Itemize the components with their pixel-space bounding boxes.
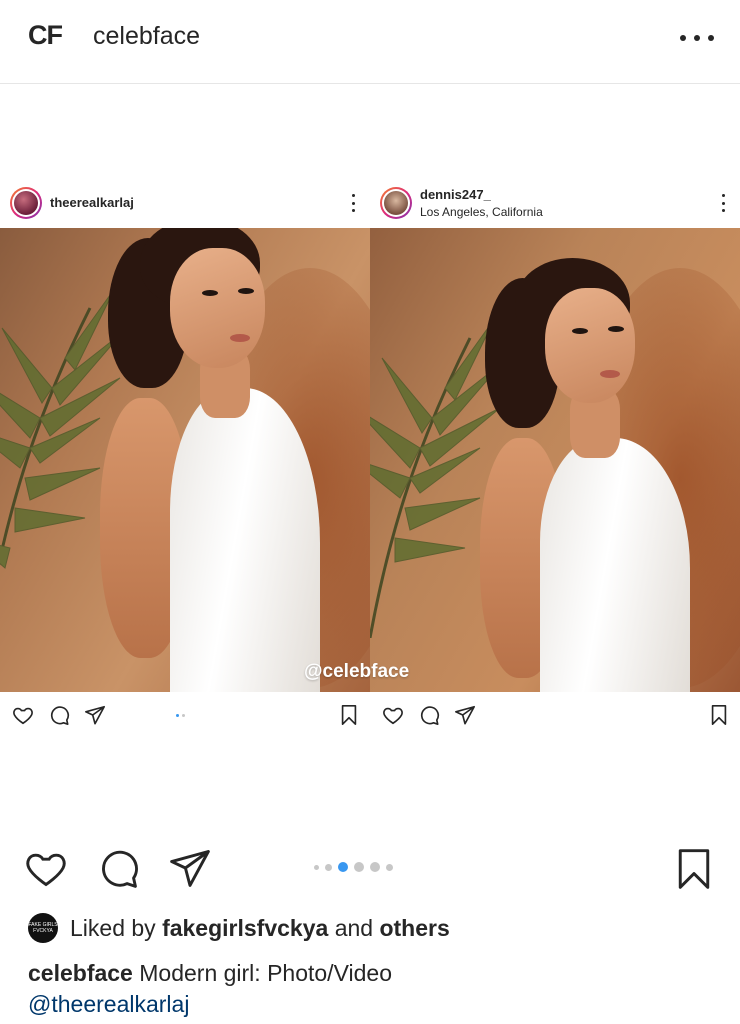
inner-actions	[0, 692, 370, 740]
inner-more-icon	[350, 194, 356, 212]
account-avatar-logo[interactable]: CF	[28, 20, 63, 51]
inner-more-icon	[720, 194, 726, 212]
carousel-dot	[354, 862, 364, 872]
inner-comment-icon	[420, 706, 440, 725]
inner-bookmark-icon	[711, 705, 727, 725]
liker-username[interactable]: fakegirlsfvckya	[162, 915, 328, 942]
share-icon[interactable]	[168, 846, 212, 890]
inner-actions	[370, 692, 740, 740]
carousel-indicator	[314, 862, 393, 872]
inner-post-header: theerealkarlaj	[0, 180, 370, 228]
inner-share-icon	[85, 705, 105, 725]
likes-others-link[interactable]: others	[379, 915, 449, 942]
account-username[interactable]: celebface	[93, 22, 200, 51]
watermark-text: @celebface	[304, 661, 410, 682]
comment-icon[interactable]	[96, 846, 140, 890]
heart-icon[interactable]	[24, 846, 68, 890]
inner-photo	[0, 228, 370, 692]
inner-username: theerealkarlaj	[50, 195, 134, 210]
carousel-dot	[370, 862, 380, 872]
post-caption: celebface Modern girl: Photo/Video @thee…	[28, 958, 718, 1020]
more-options-icon[interactable]	[680, 28, 714, 48]
inner-heart-icon	[13, 707, 33, 725]
post-actions-bar	[0, 840, 740, 896]
liker-avatar[interactable]: FAKE GIRLS FVCKYA	[28, 913, 58, 943]
carousel-dot	[386, 863, 393, 871]
collage-panel-right: dennis247_ Los Angeles, California	[370, 180, 740, 740]
inner-heart-icon	[383, 707, 403, 725]
caption-username[interactable]: celebface	[28, 960, 133, 986]
more-dot	[680, 35, 686, 41]
inner-avatar	[380, 187, 412, 219]
carousel-dot-active	[338, 862, 348, 872]
inner-post-header: dennis247_ Los Angeles, California	[370, 180, 740, 228]
carousel-dot	[325, 863, 332, 871]
bookmark-icon[interactable]	[672, 846, 716, 892]
inner-avatar	[10, 187, 42, 219]
collage-panel-left: theerealkarlaj	[0, 180, 370, 740]
more-dot	[694, 35, 700, 41]
carousel-dot	[314, 864, 319, 870]
caption-mention[interactable]: @theerealkarlaj	[28, 989, 718, 1020]
inner-carousel-dots	[176, 714, 185, 717]
inner-bookmark-icon	[341, 705, 357, 725]
inner-comment-icon	[50, 706, 70, 725]
caption-text: Modern girl: Photo/Video	[139, 960, 392, 986]
post-image-collage[interactable]: theerealkarlaj dennis247_ Los Angeles, C…	[0, 180, 740, 740]
likes-connector: and	[334, 914, 374, 941]
likes-summary[interactable]: FAKE GIRLS FVCKYA Liked by fakegirlsfvck…	[28, 912, 450, 944]
more-dot	[708, 35, 714, 41]
likes-prefix: Liked by	[70, 914, 156, 941]
profile-header: CF celebface	[0, 0, 740, 84]
inner-photo	[370, 228, 740, 692]
inner-share-icon	[455, 705, 475, 725]
inner-username: dennis247_	[420, 187, 491, 202]
inner-location: Los Angeles, California	[420, 205, 543, 219]
